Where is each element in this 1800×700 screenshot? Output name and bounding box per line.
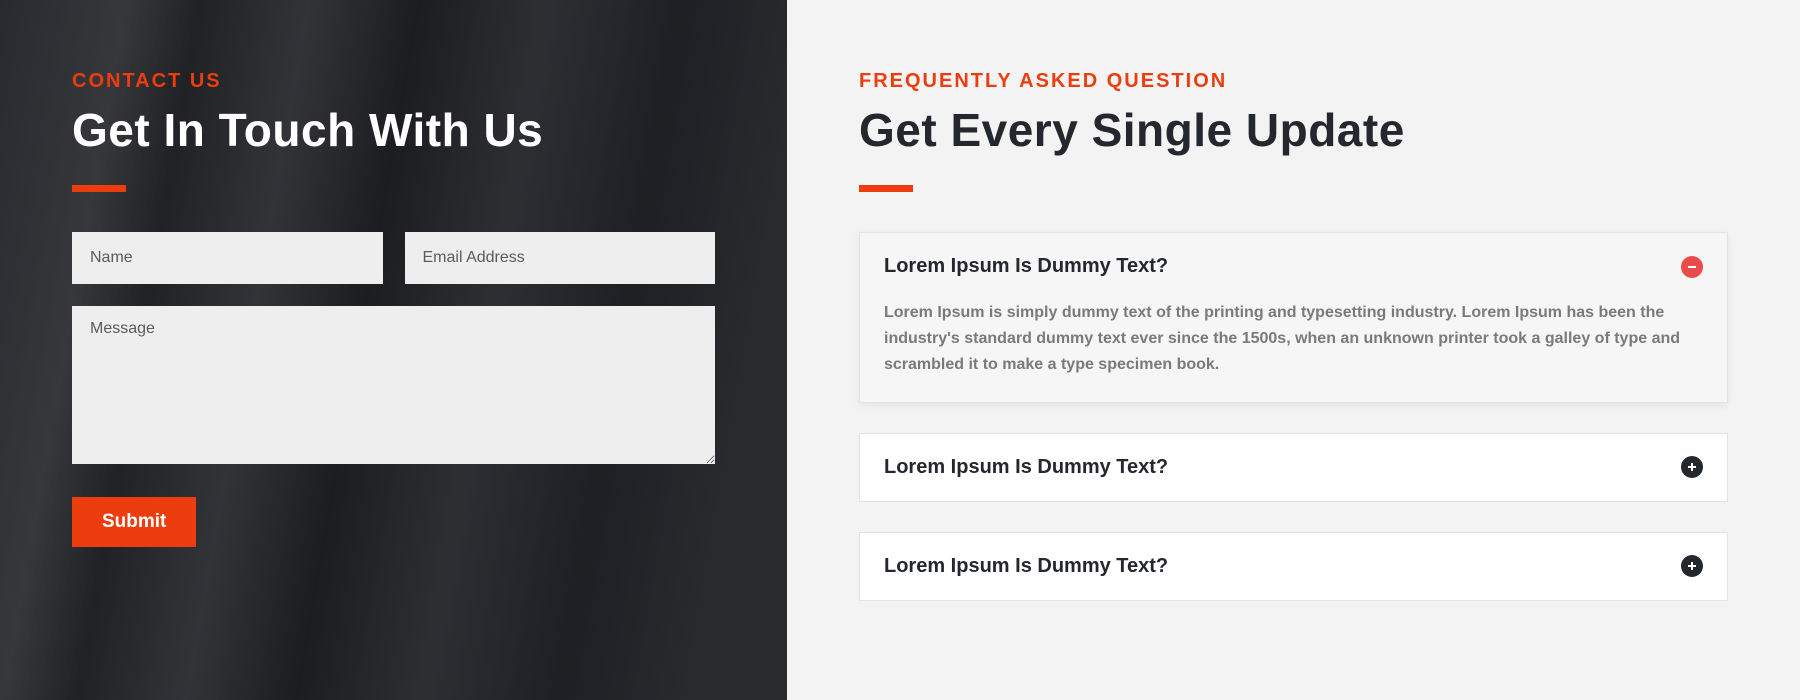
accent-bar bbox=[72, 185, 126, 192]
email-field[interactable] bbox=[405, 232, 716, 284]
contact-panel: CONTACT US Get In Touch With Us Submit bbox=[0, 0, 787, 700]
faq-item-1: Lorem Ipsum Is Dummy Text? bbox=[859, 433, 1728, 502]
faq-question: Lorem Ipsum Is Dummy Text? bbox=[884, 255, 1168, 278]
message-field[interactable] bbox=[72, 306, 715, 464]
faq-toggle-0[interactable]: Lorem Ipsum Is Dummy Text? bbox=[860, 233, 1727, 300]
minus-icon bbox=[1681, 256, 1703, 278]
contact-eyebrow: CONTACT US bbox=[72, 70, 715, 93]
faq-heading: Get Every Single Update bbox=[859, 103, 1728, 157]
faq-question: Lorem Ipsum Is Dummy Text? bbox=[884, 456, 1168, 479]
contact-heading: Get In Touch With Us bbox=[72, 103, 715, 157]
faq-item-2: Lorem Ipsum Is Dummy Text? bbox=[859, 532, 1728, 601]
form-row bbox=[72, 232, 715, 284]
plus-icon bbox=[1681, 555, 1703, 577]
plus-icon bbox=[1681, 456, 1703, 478]
name-field[interactable] bbox=[72, 232, 383, 284]
faq-question: Lorem Ipsum Is Dummy Text? bbox=[884, 555, 1168, 578]
faq-answer: Lorem Ipsum is simply dummy text of the … bbox=[860, 300, 1727, 378]
submit-button[interactable]: Submit bbox=[72, 497, 196, 547]
faq-toggle-1[interactable]: Lorem Ipsum Is Dummy Text? bbox=[860, 434, 1727, 501]
accent-bar bbox=[859, 185, 913, 192]
faq-item-0: Lorem Ipsum Is Dummy Text? Lorem Ipsum i… bbox=[859, 232, 1728, 403]
faq-panel: FREQUENTLY ASKED QUESTION Get Every Sing… bbox=[787, 0, 1800, 700]
faq-toggle-2[interactable]: Lorem Ipsum Is Dummy Text? bbox=[860, 533, 1727, 600]
accordion: Lorem Ipsum Is Dummy Text? Lorem Ipsum i… bbox=[859, 232, 1728, 601]
faq-eyebrow: FREQUENTLY ASKED QUESTION bbox=[859, 70, 1728, 93]
